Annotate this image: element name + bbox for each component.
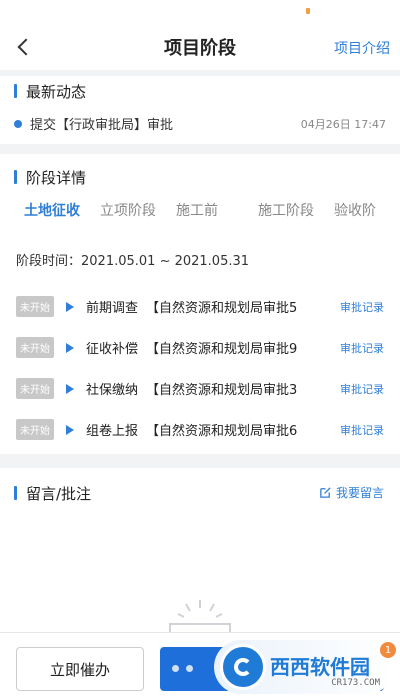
dot-icon [186, 665, 193, 672]
play-arrow-icon [66, 424, 74, 435]
stage-section-title: 阶段详情 [26, 168, 87, 187]
tab-project-approval[interactable]: 立项阶段 [100, 200, 156, 226]
latest-section-title: 最新动态 [26, 82, 87, 101]
step-organization: 【自然资源和规划局审批6 [146, 424, 298, 439]
step-name: 组卷上报 [86, 424, 139, 439]
leave-comment-button[interactable]: 我要留言 [319, 484, 384, 501]
stage-details-card: 阶段详情 土地征收 立项阶段 施工前 施工阶段 验收阶 阶段时间：2021.05… [0, 154, 400, 454]
watermark-title: 西西软件园 [270, 655, 370, 679]
notification-badge: 1 [380, 642, 396, 658]
status-badge: 未开始 [16, 378, 54, 399]
step-organization: 【自然资源和规划局审批9 [146, 342, 298, 357]
approval-record-link[interactable]: 审批记录 [340, 381, 384, 397]
play-arrow-icon [66, 301, 74, 312]
list-item[interactable]: 未开始 前期调查 【自然资源和规划局审批5 审批记录 [16, 286, 384, 327]
leave-comment-label: 我要留言 [335, 486, 384, 500]
approval-record-link[interactable]: 审批记录 [340, 299, 384, 315]
bullet-dot-icon [14, 119, 22, 128]
approval-record-link[interactable]: 审批记录 [340, 340, 384, 356]
step-name: 社保缴纳 [86, 383, 139, 398]
latest-update-item[interactable]: 提交【行政审批局】审批 04月26日 17:47 [14, 114, 386, 133]
watermark-logo-icon [220, 644, 266, 690]
stage-period: 阶段时间：2021.05.01 ~ 2021.05.31 [16, 254, 250, 269]
tab-pre-construction[interactable]: 施工前 [176, 200, 218, 226]
tab-acceptance[interactable]: 验收阶 [334, 200, 376, 226]
section-accent-bar [14, 486, 17, 500]
list-item[interactable]: 未开始 组卷上报 【自然资源和规划局审批6 审批记录 [16, 409, 384, 450]
section-accent-bar [14, 84, 17, 98]
latest-update-text: 提交【行政审批局】审批 [30, 118, 174, 133]
step-name: 前期调查 [86, 301, 139, 316]
edit-icon [320, 487, 331, 498]
project-intro-link[interactable]: 项目介绍 [334, 38, 390, 58]
top-nav: 项目阶段 项目介绍 [0, 24, 400, 70]
play-arrow-icon [66, 383, 74, 394]
tab-construction[interactable]: 施工阶段 [258, 200, 314, 226]
status-badge: 未开始 [16, 337, 54, 358]
latest-update-time: 04月26日 17:47 [300, 117, 386, 131]
urge-button[interactable]: 立即催办 [16, 647, 144, 691]
play-arrow-icon [66, 342, 74, 353]
status-bar [0, 0, 400, 24]
dot-icon [172, 665, 179, 672]
latest-section-header: 最新动态 [0, 76, 400, 106]
stage-step-list: 未开始 前期调查 【自然资源和规划局审批5 审批记录 未开始 征收补偿 【自然资… [16, 286, 384, 450]
stage-section-header: 阶段详情 [0, 154, 400, 192]
tab-land-acquisition[interactable]: 土地征收 [24, 200, 80, 226]
stage-tabs: 土地征收 立项阶段 施工前 施工阶段 验收阶 [24, 200, 400, 226]
empty-state-icon [169, 600, 231, 632]
comments-section-title: 留言/批注 [26, 484, 92, 503]
back-chevron-icon [17, 38, 35, 56]
status-badge: 未开始 [16, 419, 54, 440]
latest-updates-card: 最新动态 提交【行政审批局】审批 04月26日 17:47 [0, 76, 400, 144]
list-item[interactable]: 未开始 征收补偿 【自然资源和规划局审批9 审批记录 [16, 327, 384, 368]
status-badge: 未开始 [16, 296, 54, 317]
step-name: 征收补偿 [86, 342, 139, 357]
step-organization: 【自然资源和规划局审批3 [146, 383, 298, 398]
approval-record-link[interactable]: 审批记录 [340, 422, 384, 438]
watermark-subtitle: CR173.COM [331, 678, 380, 688]
list-item[interactable]: 未开始 社保缴纳 【自然资源和规划局审批3 审批记录 [16, 368, 384, 409]
comments-card: 留言/批注 我要留言 [0, 468, 400, 632]
status-indicator [306, 8, 310, 14]
step-organization: 【自然资源和规划局审批5 [146, 301, 298, 316]
watermark-logo: 西西软件园 CR173.COM [214, 640, 394, 694]
back-button[interactable] [12, 34, 35, 60]
section-accent-bar [14, 170, 17, 184]
tab-spacer [238, 200, 258, 226]
